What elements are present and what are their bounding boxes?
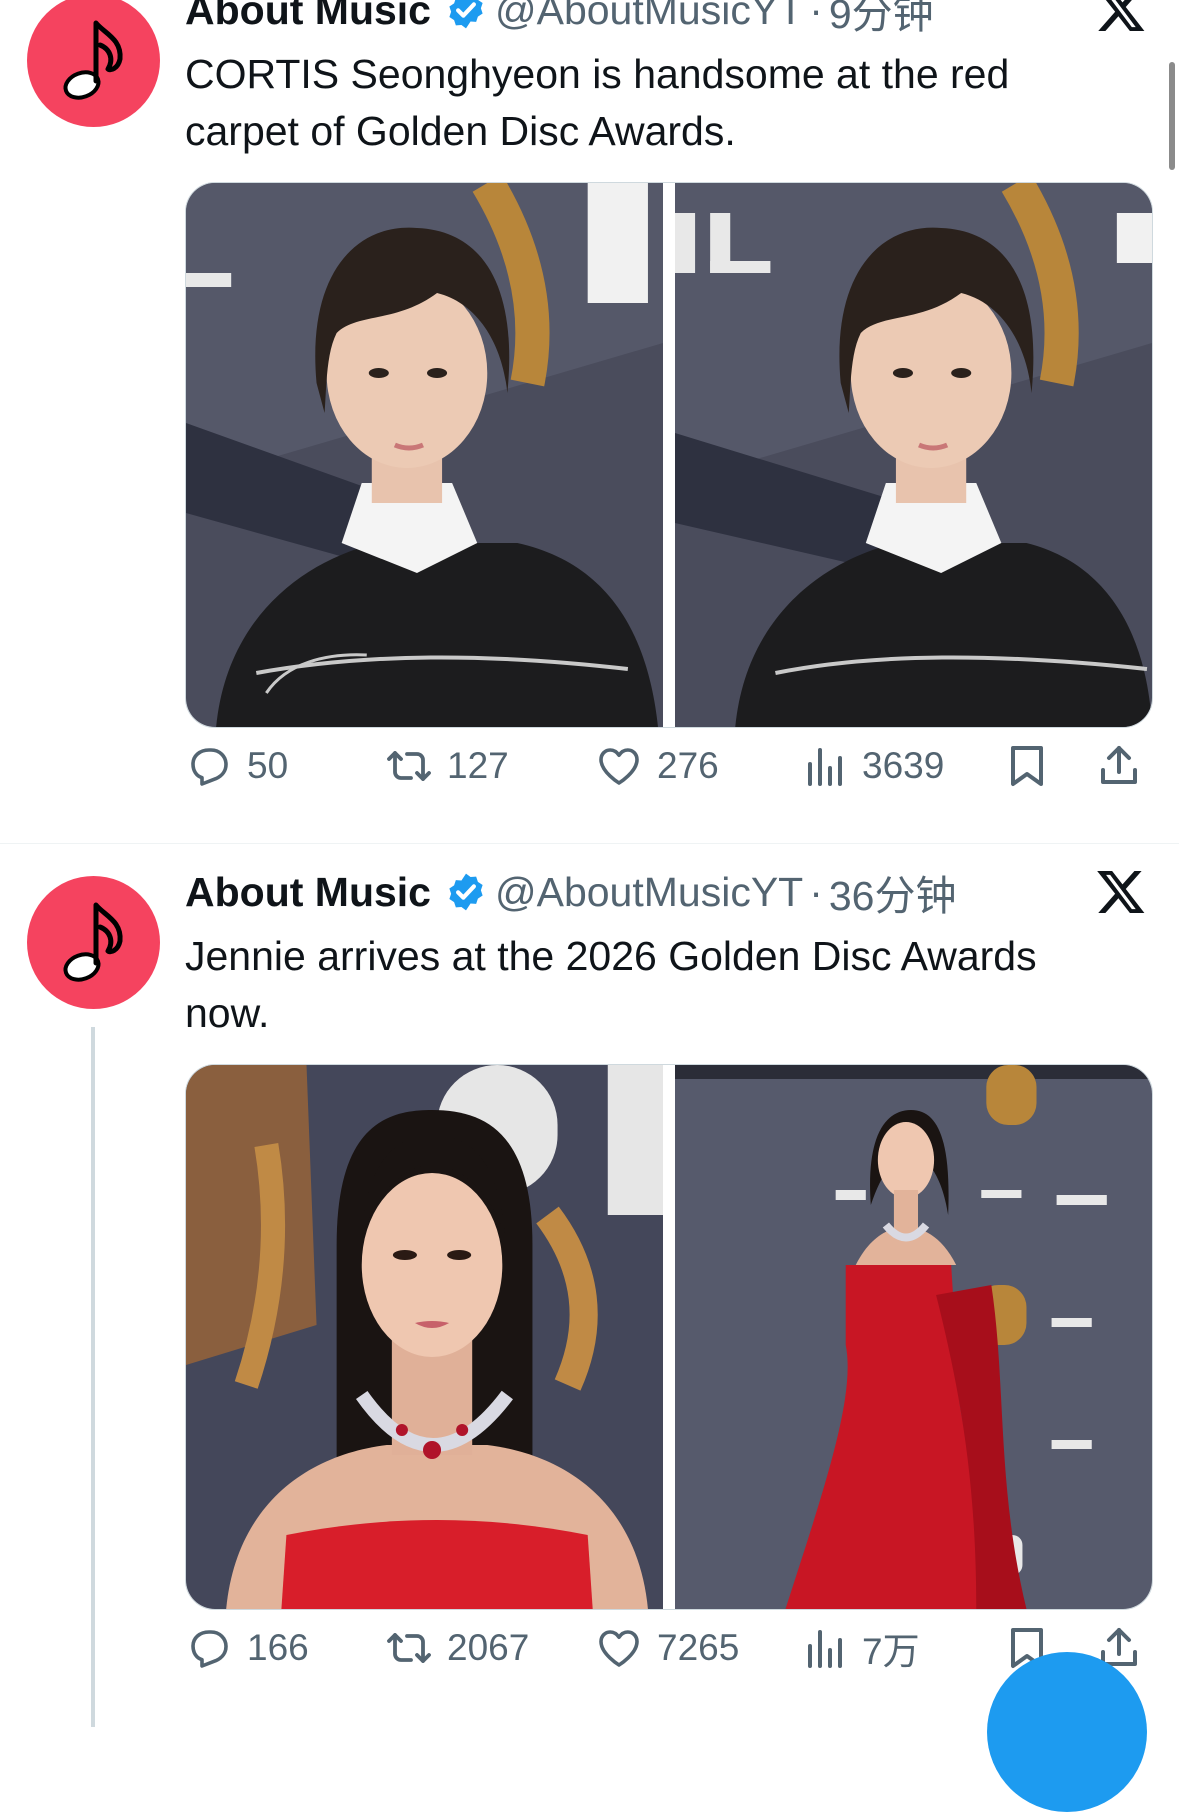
x-logo-icon	[1098, 0, 1145, 32]
tweet-divider	[0, 843, 1179, 844]
repost-icon	[387, 751, 431, 781]
bookmark-icon	[1011, 746, 1043, 786]
views-button[interactable]: 3639	[800, 734, 944, 798]
tweet-header: About Music @AboutMusicYT · 36分钟	[185, 862, 956, 922]
share-icon	[1101, 746, 1137, 784]
music-note-icon	[63, 20, 123, 100]
like-button[interactable]: 276	[595, 734, 719, 798]
tweet-text: Jennie arrives at the 2026 Golden Disc A…	[185, 933, 1037, 1036]
thread-line	[91, 1027, 95, 1727]
photo-seonghyeon-closeup-1[interactable]	[186, 183, 663, 727]
author-handle[interactable]: @AboutMusicYT	[495, 869, 803, 916]
reply-icon	[191, 748, 228, 786]
action-bar: 166 2067 7265 7万	[185, 1616, 1145, 1680]
like-count: 276	[657, 745, 719, 786]
heart-icon	[599, 748, 639, 785]
verified-badge-icon	[449, 873, 483, 911]
avatar[interactable]	[27, 0, 160, 127]
views-icon	[808, 1630, 842, 1668]
compose-button[interactable]	[987, 1652, 1147, 1812]
views-icon	[808, 748, 842, 786]
share-button[interactable]	[1095, 734, 1143, 798]
reply-button[interactable]: 166	[185, 1616, 309, 1680]
author-name[interactable]: About Music	[185, 869, 431, 916]
repost-button[interactable]: 127	[385, 734, 509, 798]
reply-count: 50	[247, 745, 289, 786]
reply-button[interactable]: 50	[185, 734, 288, 798]
timestamp[interactable]: 36分钟	[829, 862, 957, 922]
heart-icon	[599, 1630, 639, 1667]
separator: ·	[809, 868, 823, 915]
scrollbar[interactable]	[1169, 62, 1175, 170]
repost-button[interactable]: 2067	[385, 1616, 529, 1680]
repost-icon	[387, 1633, 431, 1663]
tweet-header: About Music @AboutMusicYT · 9分钟	[185, 0, 934, 40]
music-note-icon	[63, 902, 123, 982]
media-grid[interactable]	[185, 182, 1153, 728]
verified-badge-icon	[449, 0, 483, 29]
reply-count: 166	[247, 1627, 309, 1668]
views-button[interactable]: 7万	[800, 1616, 920, 1680]
media-grid[interactable]	[185, 1064, 1153, 1610]
avatar[interactable]	[27, 876, 160, 1009]
author-name[interactable]: About Music	[185, 0, 431, 34]
photo-jennie-full-body[interactable]	[675, 1065, 1152, 1609]
photo-jennie-portrait[interactable]	[186, 1065, 663, 1609]
views-count: 7万	[862, 1631, 920, 1672]
separator: ·	[809, 0, 823, 33]
bookmark-button[interactable]	[1003, 734, 1051, 798]
repost-count: 127	[447, 745, 509, 786]
tweet-text: CORTIS Seonghyeon is handsome at the red…	[185, 51, 1010, 154]
photo-seonghyeon-closeup-2[interactable]	[675, 183, 1152, 727]
author-handle[interactable]: @AboutMusicYT	[495, 0, 803, 34]
tweet[interactable]: About Music @AboutMusicYT · 9分钟 CORTIS S…	[0, 0, 1179, 840]
timestamp[interactable]: 9分钟	[829, 0, 934, 40]
reply-icon	[191, 1630, 228, 1668]
repost-count: 2067	[447, 1627, 530, 1668]
action-bar: 50 127 276 3639	[185, 734, 1145, 798]
x-logo-icon	[1097, 870, 1145, 914]
like-count: 7265	[657, 1627, 740, 1668]
tweet[interactable]: About Music @AboutMusicYT · 36分钟 Jennie …	[0, 862, 1179, 1727]
views-count: 3639	[862, 745, 945, 786]
like-button[interactable]: 7265	[595, 1616, 739, 1680]
